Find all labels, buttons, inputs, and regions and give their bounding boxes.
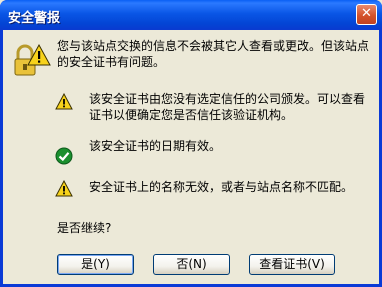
item-issuer: 该安全证书由您没有选定信任的公司颁发。可以查看 证书以便确定您是否信任该验证机构… [89,91,365,123]
padlock-warning-icon [14,43,51,76]
item-date: 该安全证书的日期有效。 [89,139,222,153]
main-message: 您与该站点交换的信息不会被其它人查看或更改。但该站点 的安全证书有问题。 [57,38,369,70]
warning-icon [55,93,73,110]
item-issuer-line1: 该安全证书由您没有选定信任的公司颁发。可以查看 [89,92,366,106]
no-button[interactable]: 否(N) [153,254,230,275]
warning-icon [55,180,73,197]
item-name-mismatch: 安全证书上的名称无效，或者与站点名称不匹配。 [89,180,354,194]
title-bar[interactable]: 安全警报 ✕ [0,0,382,30]
view-certificate-button[interactable]: 查看证书(V) [249,254,335,275]
yes-button[interactable]: 是(Y) [57,254,134,275]
security-alert-dialog: 安全警报 ✕ 您与该站点交换的信息不会被其它人查看或更改。但该站点 的安全证书有… [0,0,382,287]
close-button[interactable]: ✕ [356,4,377,25]
item-issuer-line2: 证书以便确定您是否信任该验证机构。 [89,108,294,122]
window-title: 安全警报 [8,11,61,26]
dialog-body: 您与该站点交换的信息不会被其它人查看或更改。但该站点 的安全证书有问题。 该安全… [3,30,379,284]
continue-question: 是否继续? [57,221,112,235]
check-icon [55,147,73,165]
main-message-line1: 您与该站点交换的信息不会被其它人查看或更改。但该站点 [57,39,370,53]
main-message-line2: 的安全证书有问题。 [57,55,166,69]
